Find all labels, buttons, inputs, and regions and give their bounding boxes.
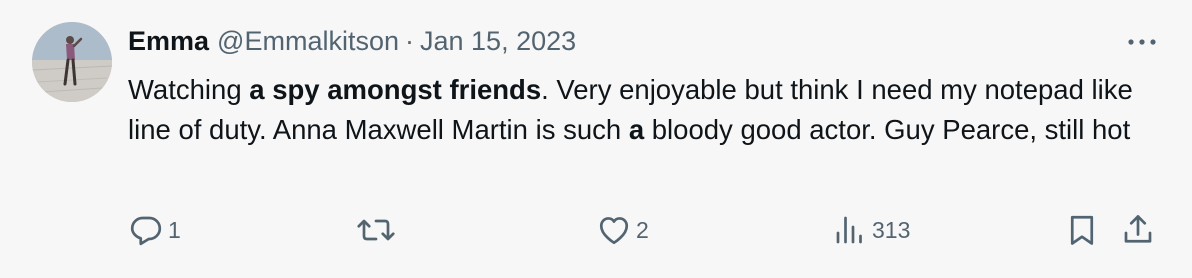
tweet-text: Watching a spy amongst friends. Very enj…	[128, 70, 1168, 150]
reply-button[interactable]: 1	[128, 210, 181, 250]
heart-icon	[599, 217, 629, 245]
action-bar: 1 2 313	[128, 210, 1168, 250]
like-button[interactable]: 2	[596, 210, 649, 250]
avatar-photo	[32, 22, 112, 102]
tweet-card[interactable]: Emma @Emmalkitson · Jan 15, 2023 Watchin…	[0, 0, 1192, 278]
views-button[interactable]: 313	[832, 210, 910, 250]
bookmark-button[interactable]	[1064, 210, 1100, 250]
author-handle[interactable]: @Emmalkitson	[217, 26, 399, 57]
view-count: 313	[872, 216, 911, 243]
author-name[interactable]: Emma	[128, 26, 209, 57]
separator-dot: ·	[405, 26, 414, 56]
reply-count: 1	[168, 216, 181, 243]
tweet-header: Emma @Emmalkitson · Jan 15, 2023	[128, 26, 576, 60]
avatar[interactable]	[32, 22, 112, 102]
tweet-text-part: Watching	[128, 74, 250, 105]
tweet-text-bold: a spy amongst friends	[249, 74, 542, 105]
bookmark-icon	[1070, 215, 1094, 245]
more-options-button[interactable]	[1126, 30, 1158, 54]
more-options-icon	[1128, 39, 1156, 45]
like-count: 2	[636, 216, 649, 243]
reply-icon	[130, 216, 162, 246]
retweet-icon	[357, 219, 395, 241]
tweet-text-bold: a	[628, 114, 645, 145]
share-button[interactable]	[1120, 210, 1156, 250]
tweet-date[interactable]: Jan 15, 2023	[420, 26, 576, 57]
share-icon	[1124, 215, 1152, 243]
retweet-button[interactable]	[356, 210, 400, 250]
analytics-icon	[836, 216, 862, 244]
tweet-text-part: bloody good actor. Guy Pearce, still hot	[644, 114, 1131, 145]
